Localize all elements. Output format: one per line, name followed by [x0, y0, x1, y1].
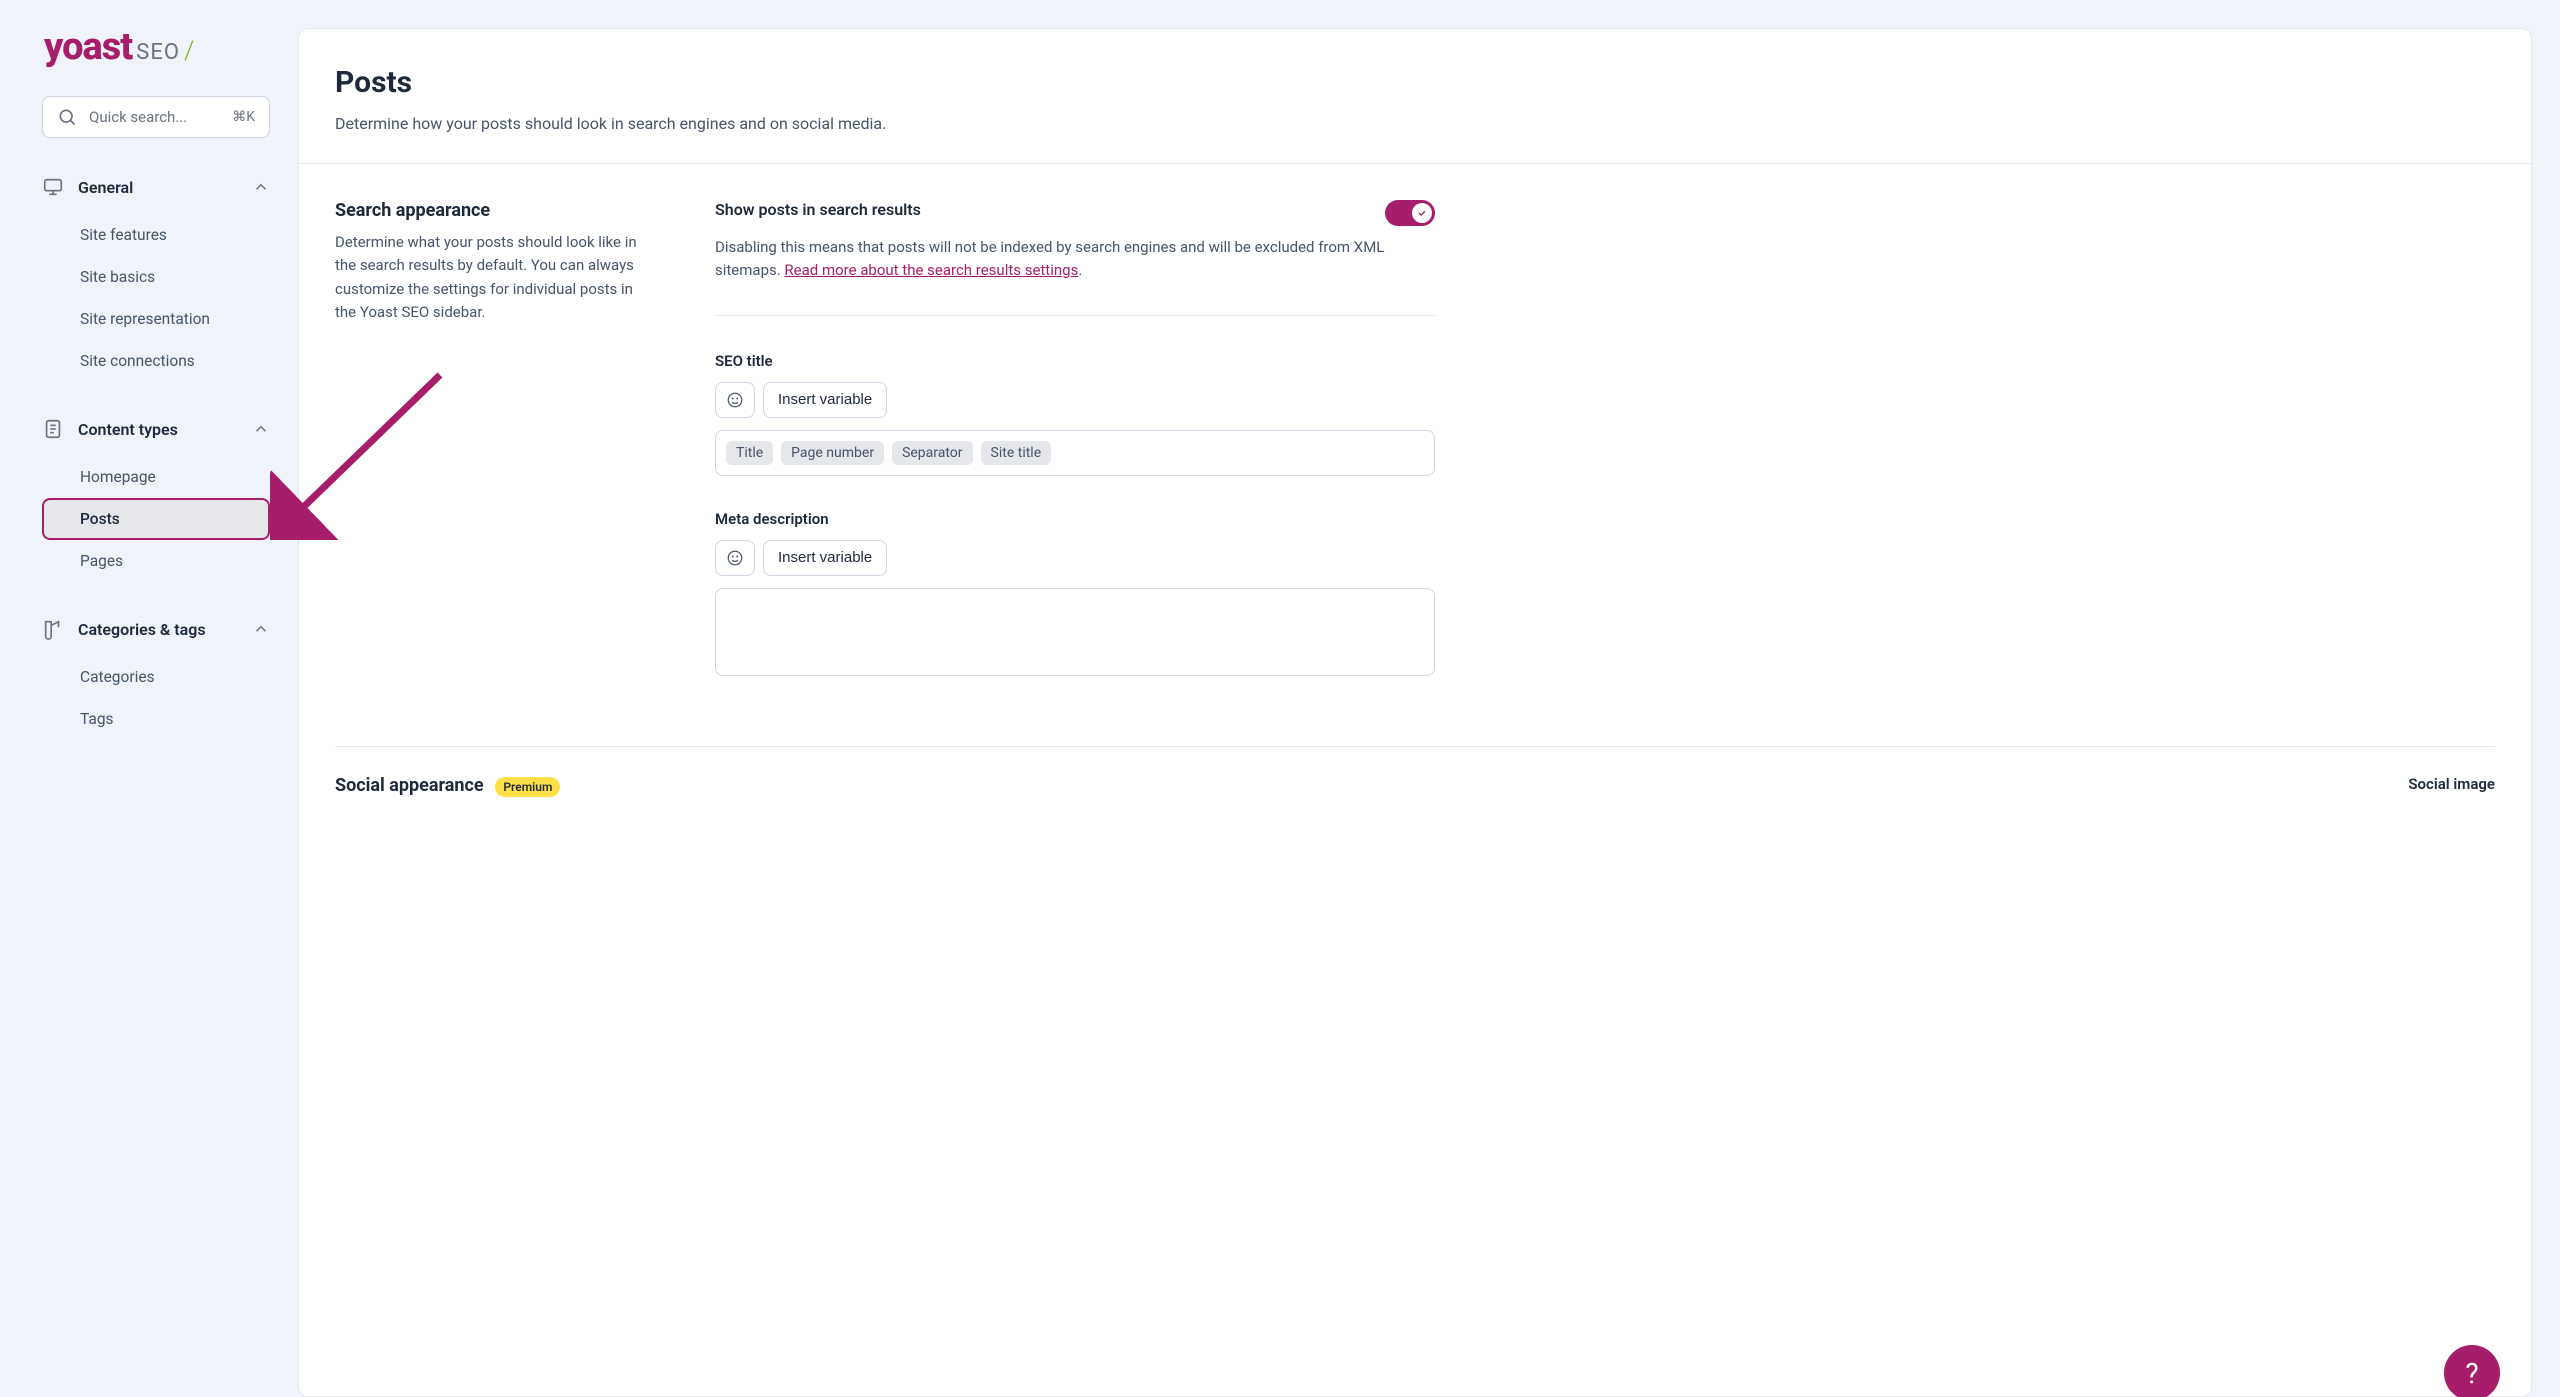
nav-label-general: General: [78, 178, 252, 197]
nav-section-categories-tags: Categories & tags Categories Tags: [42, 610, 270, 740]
nav-section-general: General Site features Site basics Site r…: [42, 168, 270, 382]
sidebar-item-posts[interactable]: Posts: [42, 498, 270, 540]
search-appearance-heading: Search appearance: [335, 200, 655, 221]
toggle-knob: [1412, 203, 1432, 223]
chevron-up-icon: [252, 420, 270, 438]
help-button[interactable]: ?: [2444, 1345, 2500, 1397]
seo-title-label: SEO title: [715, 352, 1435, 370]
check-icon: [1417, 208, 1427, 218]
social-appearance-heading-row: Social appearance Premium: [335, 775, 560, 796]
sidebar-item-homepage[interactable]: Homepage: [42, 456, 270, 498]
seo-title-field: SEO title Insert variable Title Page num…: [715, 352, 1435, 476]
sidebar-item-site-features[interactable]: Site features: [42, 214, 270, 256]
sidebar-item-tags[interactable]: Tags: [42, 698, 270, 740]
logo-slash: /: [184, 36, 194, 66]
smile-icon: [726, 549, 744, 567]
nav-label-categories-tags: Categories & tags: [78, 620, 252, 639]
emoji-button-seo-title[interactable]: [715, 382, 755, 418]
link-search-results-settings[interactable]: Read more about the search results setti…: [784, 261, 1078, 279]
sidebar-item-site-basics[interactable]: Site basics: [42, 256, 270, 298]
chevron-up-icon: [252, 620, 270, 638]
sidebar-item-categories[interactable]: Categories: [42, 656, 270, 698]
divider: [715, 315, 1435, 316]
monitor-icon: [42, 176, 64, 198]
search-shortcut: ⌘K: [232, 109, 255, 125]
logo-main: yoast: [44, 25, 132, 69]
tag-title[interactable]: Title: [726, 441, 773, 465]
help-icon: ?: [2465, 1357, 2478, 1390]
smile-icon: [726, 391, 744, 409]
tag-page-number[interactable]: Page number: [781, 441, 884, 465]
sidebar-item-site-representation[interactable]: Site representation: [42, 298, 270, 340]
premium-badge: Premium: [495, 777, 560, 797]
logo-suffix: SEO: [136, 40, 180, 65]
search-appearance-intro: Search appearance Determine what your po…: [335, 200, 655, 710]
nav-section-content-types: Content types Homepage Posts Pages: [42, 410, 270, 582]
document-icon: [42, 418, 64, 440]
emoji-button-meta[interactable]: [715, 540, 755, 576]
toggle-show-posts[interactable]: [1385, 200, 1435, 226]
search-input[interactable]: Quick search... ⌘K: [42, 96, 270, 138]
nav-header-general[interactable]: General: [42, 168, 270, 206]
social-image-label: Social image: [2408, 775, 2495, 796]
search-appearance-description: Determine what your posts should look li…: [335, 231, 655, 324]
nav-label-content-types: Content types: [78, 420, 252, 439]
insert-variable-button-seo-title[interactable]: Insert variable: [763, 382, 887, 418]
swatch-icon: [42, 618, 64, 640]
toggle-label-show-posts: Show posts in search results: [715, 200, 921, 219]
logo: yoastSEO/: [42, 28, 270, 66]
tag-separator[interactable]: Separator: [892, 441, 972, 465]
page-header: Posts Determine how your posts should lo…: [299, 29, 2531, 164]
toggle-desc-suffix: .: [1078, 261, 1082, 279]
nav-header-categories-tags[interactable]: Categories & tags: [42, 610, 270, 648]
chevron-up-icon: [252, 178, 270, 196]
page-title: Posts: [335, 65, 2495, 100]
meta-description-input[interactable]: [715, 588, 1435, 676]
nav-header-content-types[interactable]: Content types: [42, 410, 270, 448]
meta-description-label: Meta description: [715, 510, 1435, 528]
search-placeholder: Quick search...: [89, 108, 232, 126]
seo-title-input[interactable]: Title Page number Separator Site title: [715, 430, 1435, 476]
page-subtitle: Determine how your posts should look in …: [335, 114, 2495, 133]
sidebar-item-pages[interactable]: Pages: [42, 540, 270, 582]
tag-site-title[interactable]: Site title: [981, 441, 1052, 465]
sidebar: yoastSEO/ Quick search... ⌘K General Sit…: [0, 0, 298, 1397]
meta-description-field: Meta description Insert variable: [715, 510, 1435, 676]
toggle-description: Disabling this means that posts will not…: [715, 236, 1435, 283]
social-appearance-heading: Social appearance: [335, 775, 484, 796]
search-icon: [57, 107, 77, 127]
sidebar-item-site-connections[interactable]: Site connections: [42, 340, 270, 382]
insert-variable-button-meta[interactable]: Insert variable: [763, 540, 887, 576]
main-panel: Posts Determine how your posts should lo…: [298, 28, 2532, 1397]
